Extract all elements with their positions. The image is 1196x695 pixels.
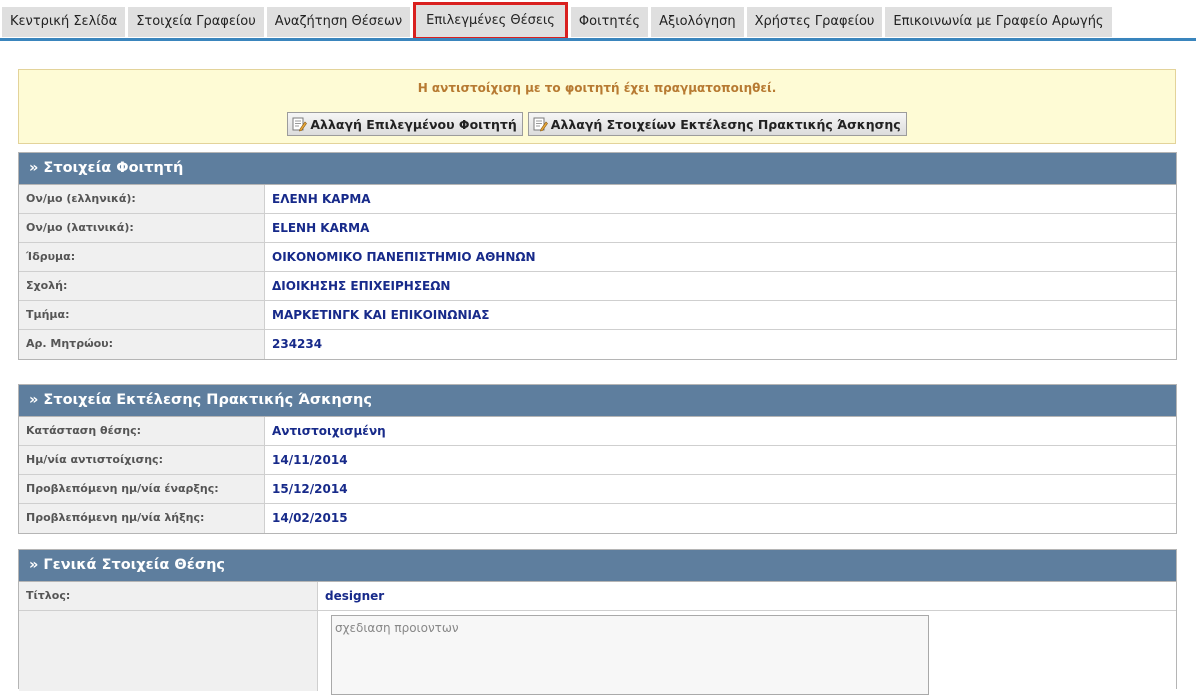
description-row: σχεδιαση προιοντων <box>19 611 1176 695</box>
table-row: Προβλεπόμενη ημ/νία έναρξης: 15/12/2014 <box>19 475 1176 504</box>
table-row: Ίδρυμα: ΟΙΚΟΝΟΜΙΚΟ ΠΑΝΕΠΙΣΤΗΜΙΟ ΑΘΗΝΩΝ <box>19 243 1176 272</box>
tab-students[interactable]: Φοιτητές <box>570 7 649 37</box>
table-row: Ον/μο (λατινικά): ELENH KARMA <box>19 214 1176 243</box>
field-value: ΕΛΕΝΗ ΚΑΡΜΑ <box>272 192 371 206</box>
field-label: Σχολή: <box>19 272 265 300</box>
field-value: ΟΙΚΟΝΟΜΙΚΟ ΠΑΝΕΠΙΣΤΗΜΙΟ ΑΘΗΝΩΝ <box>272 250 536 264</box>
tab-selected-positions[interactable]: Επιλεγμένες Θέσεις <box>413 2 568 40</box>
table-row: Κατάσταση θέσης: Αντιστοιχισμένη <box>19 417 1176 446</box>
edit-document-icon <box>533 117 548 132</box>
position-general-section: » Γενικά Στοιχεία Θέσης Τίτλος: designer… <box>18 549 1177 695</box>
nav-tabs: Κεντρική Σελίδα Στοιχεία Γραφείου Αναζήτ… <box>2 2 1112 40</box>
table-row: Ον/μο (ελληνικά): ΕΛΕΝΗ ΚΑΡΜΑ <box>19 185 1176 214</box>
field-label: Κατάσταση θέσης: <box>19 417 265 445</box>
change-selected-student-button[interactable]: Αλλαγή Επιλεγμένου Φοιτητή <box>287 112 523 136</box>
field-value: ELENH KARMA <box>272 221 370 235</box>
table-row: Ημ/νία αντιστοίχισης: 14/11/2014 <box>19 446 1176 475</box>
student-details-section: » Στοιχεία Φοιτητή Ον/μο (ελληνικά): ΕΛΕ… <box>18 152 1177 360</box>
field-value: 14/11/2014 <box>272 453 348 467</box>
table-row: Τμήμα: ΜΑΡΚΕΤΙΝΓΚ ΚΑΙ ΕΠΙΚΟΙΝΩΝΙΑΣ <box>19 301 1176 330</box>
button-label: Αλλαγή Στοιχείων Εκτέλεσης Πρακτικής Άσκ… <box>550 116 901 132</box>
section-title: » Στοιχεία Φοιτητή <box>19 153 1176 185</box>
field-label: Ίδρυμα: <box>19 243 265 271</box>
top-navigation: Κεντρική Σελίδα Στοιχεία Γραφείου Αναζήτ… <box>0 0 1196 42</box>
tab-position-search[interactable]: Αναζήτηση Θέσεων <box>266 7 411 37</box>
field-label: Ημ/νία αντιστοίχισης: <box>19 446 265 474</box>
tab-office-details[interactable]: Στοιχεία Γραφείου <box>128 7 264 37</box>
notice-message: Η αντιστοίχιση με το φοιτητή έχει πραγμα… <box>417 81 777 95</box>
field-value: Αντιστοιχισμένη <box>272 424 386 438</box>
field-value: designer <box>325 589 385 603</box>
table-row: Προβλεπόμενη ημ/νία λήξης: 14/02/2015 <box>19 504 1176 533</box>
notice-buttons: Αλλαγή Επιλεγμένου Φοιτητή Αλλαγή Στοιχε… <box>19 112 1175 136</box>
field-label: Προβλεπόμενη ημ/νία έναρξης: <box>19 475 265 503</box>
field-label <box>19 611 318 691</box>
tab-office-users[interactable]: Χρήστες Γραφείου <box>746 7 883 37</box>
edit-document-icon <box>292 117 308 132</box>
table-row: Σχολή: ΔΙΟΙΚΗΣΗΣ ΕΠΙΧΕΙΡΗΣΕΩΝ <box>19 272 1176 301</box>
field-value: 14/02/2015 <box>272 511 348 525</box>
field-label: Τίτλος: <box>19 582 318 610</box>
field-value: 234234 <box>272 337 323 351</box>
button-label: Αλλαγή Επιλεγμένου Φοιτητή <box>310 116 517 132</box>
field-label: Ον/μο (ελληνικά): <box>19 185 265 213</box>
table-row: Τίτλος: designer <box>19 582 1176 611</box>
field-label: Προβλεπόμενη ημ/νία λήξης: <box>19 504 265 533</box>
field-value: 15/12/2014 <box>272 482 348 496</box>
change-internship-details-button[interactable]: Αλλαγή Στοιχείων Εκτέλεσης Πρακτικής Άσκ… <box>527 112 907 136</box>
nav-divider <box>0 38 1196 41</box>
field-label: Τμήμα: <box>19 301 265 329</box>
description-textarea[interactable]: σχεδιαση προιοντων <box>331 615 929 695</box>
field-label: Ον/μο (λατινικά): <box>19 214 265 242</box>
tab-evaluation[interactable]: Αξιολόγηση <box>651 7 744 37</box>
section-title: » Γενικά Στοιχεία Θέσης <box>19 550 1176 582</box>
success-notice: Η αντιστοίχιση με το φοιτητή έχει πραγμα… <box>18 69 1176 144</box>
internship-execution-section: » Στοιχεία Εκτέλεσης Πρακτικής Άσκησης Κ… <box>18 384 1177 534</box>
field-value: ΜΑΡΚΕΤΙΝΓΚ ΚΑΙ ΕΠΙΚΟΙΝΩΝΙΑΣ <box>272 308 490 322</box>
field-label: Αρ. Μητρώου: <box>19 330 265 359</box>
tab-home[interactable]: Κεντρική Σελίδα <box>2 7 126 37</box>
field-value: ΔΙΟΙΚΗΣΗΣ ΕΠΙΧΕΙΡΗΣΕΩΝ <box>272 279 451 293</box>
section-title: » Στοιχεία Εκτέλεσης Πρακτικής Άσκησης <box>19 385 1176 417</box>
tab-helpdesk-contact[interactable]: Επικοινωνία με Γραφείο Αρωγής <box>885 7 1112 37</box>
table-row: Αρ. Μητρώου: 234234 <box>19 330 1176 359</box>
